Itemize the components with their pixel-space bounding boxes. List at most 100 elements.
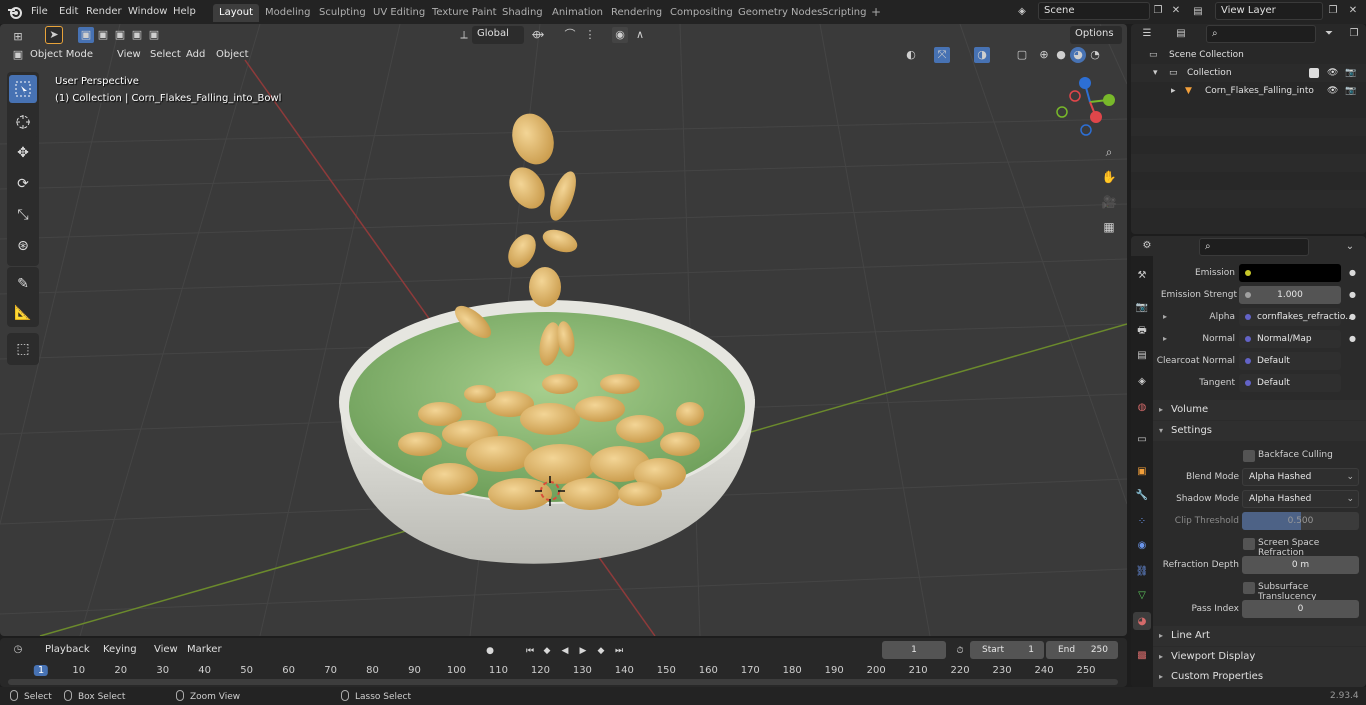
properties-editor-type-icon[interactable]: ⚙	[1139, 238, 1155, 254]
pan-hand-icon[interactable]: ✋	[1098, 166, 1120, 188]
texture-tab-icon[interactable]: ▩	[1133, 646, 1151, 664]
3d-viewport[interactable]: ⊞ ➤ ▣ ▣ ▣ ▣ ▣ ⟂ Global ⟴ ⌒ ⋮ ◉ ∧ Options…	[0, 24, 1127, 636]
tab-shading[interactable]: Shading	[496, 4, 549, 22]
object-mode-icon[interactable]: ▣	[10, 47, 26, 63]
pivot-point-icon[interactable]: ⟴	[530, 27, 546, 43]
select-mode-invert-icon[interactable]: ▣	[129, 27, 145, 43]
scene-name-field[interactable]: Scene	[1038, 2, 1150, 20]
keyframe-dot-icon[interactable]: ●	[1349, 290, 1356, 299]
constraints-tab-icon[interactable]: ⛓	[1133, 562, 1151, 580]
keyframe-dot-icon[interactable]: ●	[1349, 312, 1356, 321]
navigation-gizmo[interactable]	[1056, 77, 1115, 136]
transform-tool[interactable]: ⊛	[9, 232, 37, 260]
outliner-row-object[interactable]: ▸ ▼ Corn_Flakes_Falling_into 👁 📷	[1131, 82, 1366, 100]
emission-strength-field[interactable]: 1.000	[1239, 286, 1341, 304]
tangent-field[interactable]: Default	[1239, 374, 1341, 392]
tab-geometry-nodes[interactable]: Geometry Nodes	[732, 4, 828, 22]
visibility-eye-icon[interactable]: 👁	[1327, 82, 1338, 100]
select-tool-icon[interactable]: ➤	[45, 26, 63, 44]
wireframe-shading-icon[interactable]: ⊕	[1036, 47, 1052, 63]
tab-modeling[interactable]: Modeling	[259, 4, 317, 22]
view-layer-new-icon[interactable]: ❐	[1325, 3, 1341, 19]
viewport-display-panel-header[interactable]: ▸ Viewport Display	[1153, 647, 1366, 667]
tab-texture-paint[interactable]: Texture Paint	[426, 4, 503, 22]
mode-dropdown[interactable]: Object Mode	[25, 46, 98, 64]
view-layer-browse-icon[interactable]: ▤	[1190, 4, 1206, 20]
menu-render[interactable]: Render	[86, 4, 122, 20]
menu-file[interactable]: File	[31, 4, 48, 20]
scene-delete-icon[interactable]: ✕	[1168, 3, 1184, 19]
editor-type-icon[interactable]: ⊞	[10, 29, 26, 45]
outliner-search-input[interactable]: ⌕	[1206, 25, 1316, 43]
line-art-panel-header[interactable]: ▸ Line Art	[1153, 626, 1366, 646]
collection-tab-icon[interactable]: ▭	[1133, 430, 1151, 448]
outliner-row-collection[interactable]: ▾ ▭ Collection 👁 📷	[1131, 64, 1366, 82]
settings-panel-header[interactable]: ▾ Settings	[1153, 421, 1366, 441]
scene-browse-icon[interactable]: ◈	[1014, 4, 1030, 20]
scale-tool[interactable]: ⤡	[9, 201, 37, 229]
snap-toggle-icon[interactable]: ⌒	[562, 27, 578, 43]
emission-color-field[interactable]	[1239, 264, 1341, 282]
orientation-icon[interactable]: ⟂	[456, 27, 472, 43]
rotate-tool[interactable]: ⟳	[9, 170, 37, 198]
menu-help[interactable]: Help	[173, 4, 196, 20]
view-layer-field[interactable]: View Layer	[1215, 2, 1323, 20]
tab-layout[interactable]: Layout	[213, 4, 259, 22]
viewport-menu-view[interactable]: View	[112, 46, 146, 64]
tab-rendering[interactable]: Rendering	[605, 4, 668, 22]
select-mode-subtract-icon[interactable]: ▣	[112, 27, 128, 43]
proportional-editing-icon[interactable]: ◉	[612, 27, 628, 43]
blender-logo-icon[interactable]	[7, 4, 23, 20]
scene-tab-icon[interactable]: ◈	[1133, 372, 1151, 390]
tab-compositing[interactable]: Compositing	[664, 4, 739, 22]
blend-mode-dropdown[interactable]: Alpha Hashed ⌄	[1242, 468, 1359, 486]
add-cube-tool[interactable]: ⬚	[9, 335, 37, 363]
alpha-link-field[interactable]: cornflakes_refractio...	[1239, 308, 1354, 326]
outliner-editor-type-icon[interactable]: ☰	[1139, 26, 1155, 42]
shadow-mode-dropdown[interactable]: Alpha Hashed ⌄	[1242, 490, 1359, 508]
keyframe-dot-icon[interactable]: ●	[1349, 334, 1356, 343]
overlay-toggle-icon[interactable]: ◑	[974, 47, 990, 63]
clearcoat-normal-field[interactable]: Default	[1239, 352, 1341, 370]
modifiers-tab-icon[interactable]: 🔧	[1133, 486, 1151, 504]
backface-culling-checkbox[interactable]	[1243, 450, 1255, 462]
particles-tab-icon[interactable]: ⁘	[1133, 512, 1151, 530]
move-tool[interactable]: ✥	[9, 139, 37, 167]
physics-tab-icon[interactable]: ◉	[1133, 536, 1151, 554]
timeline-scrollbar[interactable]	[8, 679, 1118, 685]
outliner-row-scene-collection[interactable]: ▭ Scene Collection	[1131, 46, 1366, 64]
select-mode-intersect-icon[interactable]: ▣	[146, 27, 162, 43]
new-collection-icon[interactable]: ❐	[1346, 26, 1362, 42]
transform-orientation-dropdown[interactable]: Global	[472, 26, 524, 44]
collection-checkbox[interactable]	[1309, 68, 1319, 78]
visibility-eye-icon[interactable]: 👁	[1327, 64, 1338, 82]
rendered-shading-icon[interactable]: ◔	[1087, 47, 1103, 63]
display-mode-icon[interactable]: ▤	[1173, 26, 1189, 42]
object-tab-icon[interactable]: ▣	[1133, 462, 1151, 480]
expand-arrow-icon[interactable]: ▾	[1153, 64, 1158, 82]
measure-tool[interactable]: 📐	[9, 299, 37, 327]
perspective-toggle-icon[interactable]: ▦	[1098, 216, 1120, 238]
proportional-falloff-icon[interactable]: ∧	[632, 27, 648, 43]
viewport-menu-add[interactable]: Add	[181, 46, 210, 64]
expand-arrow-icon[interactable]: ▸	[1171, 82, 1176, 100]
render-camera-icon[interactable]: 📷	[1345, 64, 1356, 82]
visibility-icon[interactable]: ◐	[903, 47, 919, 63]
refraction-depth-field[interactable]: 0 m	[1242, 556, 1359, 574]
data-tab-icon[interactable]: ▽	[1133, 586, 1151, 604]
subsurface-translucency-checkbox[interactable]	[1243, 582, 1255, 594]
material-tab-icon[interactable]: ◕	[1133, 612, 1151, 630]
xray-toggle-icon[interactable]: ▢	[1014, 47, 1030, 63]
select-box-tool[interactable]	[9, 75, 37, 103]
zoom-icon[interactable]: ⌕	[1098, 141, 1120, 163]
world-tab-icon[interactable]: ◍	[1133, 398, 1151, 416]
gizmo-toggle-icon[interactable]: ⤧	[934, 47, 950, 63]
snap-target-icon[interactable]: ⋮	[582, 27, 598, 43]
volume-panel-header[interactable]: ▸ Volume	[1153, 400, 1366, 420]
tab-animation[interactable]: Animation	[546, 4, 609, 22]
material-preview-shading-icon[interactable]: ◕	[1070, 47, 1086, 63]
scene-new-icon[interactable]: ❐	[1150, 3, 1166, 19]
tab-sculpting[interactable]: Sculpting	[313, 4, 372, 22]
select-mode-new-icon[interactable]: ▣	[78, 27, 94, 43]
keyframe-dot-icon[interactable]: ●	[1349, 268, 1356, 277]
